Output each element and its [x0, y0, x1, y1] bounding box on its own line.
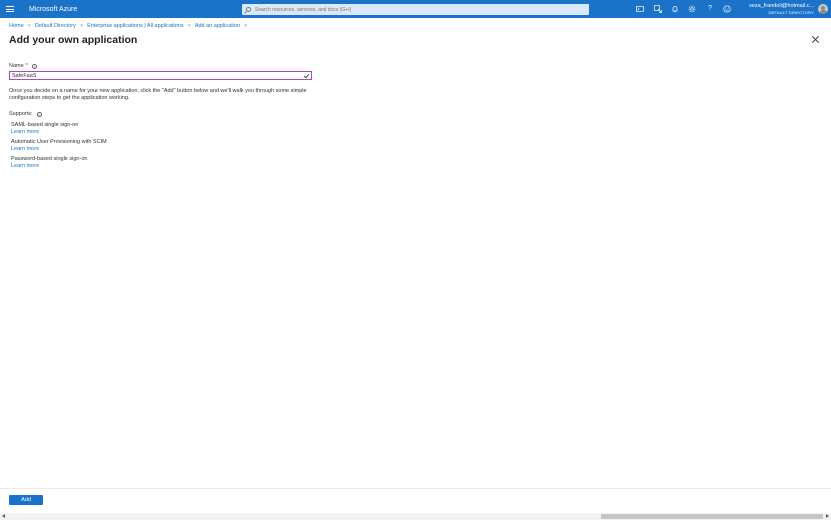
add-button[interactable]: Add: [9, 495, 43, 505]
feature-saml-sso: SAML-based single sign-on: [11, 122, 79, 128]
hamburger-icon: [6, 6, 14, 12]
breadcrumb-default-directory[interactable]: Default Directory: [35, 23, 76, 29]
page-title: Add your own application: [9, 34, 138, 46]
avatar[interactable]: [818, 4, 828, 14]
scroll-right-icon[interactable]: [826, 514, 829, 518]
breadcrumb: Home > Default Directory > Enterprise ap…: [9, 23, 251, 29]
name-label: Name * i: [9, 63, 37, 69]
supports-label-text: Supports:: [9, 111, 33, 117]
name-input[interactable]: [9, 71, 312, 80]
user-email: seza_frandoli@hotmail.c...: [749, 3, 814, 9]
horizontal-scrollbar[interactable]: [0, 513, 831, 520]
info-icon[interactable]: i: [36, 111, 42, 117]
info-icon[interactable]: i: [31, 63, 37, 69]
learn-more-link-saml[interactable]: Learn more: [11, 129, 39, 135]
settings-icon[interactable]: [688, 5, 696, 13]
scroll-left-icon[interactable]: [2, 514, 5, 518]
chevron-right-icon: >: [27, 23, 31, 29]
feature-password-sso: Password-based single sign-on: [11, 156, 88, 162]
breadcrumb-home[interactable]: Home: [9, 23, 24, 29]
cloud-shell-icon[interactable]: [636, 5, 644, 13]
feature-scim-provisioning: Automatic User Provisioning with SCIM: [11, 139, 107, 145]
chevron-right-icon: >: [187, 23, 191, 29]
search-input[interactable]: [255, 6, 575, 13]
scrollbar-thumb[interactable]: [601, 514, 823, 519]
close-icon[interactable]: [812, 36, 819, 43]
feedback-icon[interactable]: [723, 5, 731, 13]
description-text: Once you decide on a name for your new a…: [9, 88, 307, 101]
breadcrumb-enterprise-applications[interactable]: Enterprise applications | All applicatio…: [87, 23, 184, 29]
supports-label: Supports: i: [9, 111, 42, 117]
chevron-right-icon: >: [244, 23, 248, 29]
required-marker: *: [25, 63, 28, 69]
learn-more-link-password[interactable]: Learn more: [11, 163, 39, 169]
search-icon: [246, 7, 251, 12]
user-directory: DEFAULT DIRECTORY: [768, 10, 814, 15]
breadcrumb-add-application[interactable]: Add an application: [195, 23, 240, 29]
notifications-icon[interactable]: [671, 5, 679, 13]
directory-filter-icon[interactable]: [654, 5, 662, 13]
chevron-right-icon: >: [79, 23, 84, 29]
footer-divider: [0, 488, 831, 489]
help-icon[interactable]: ?: [706, 5, 714, 13]
name-label-text: Name: [9, 63, 24, 69]
portal-menu-button[interactable]: [0, 0, 20, 18]
account-menu[interactable]: seza_frandoli@hotmail.c... DEFAULT DIREC…: [749, 3, 814, 15]
top-bar: Microsoft Azure ? seza_frandoli@hotmail.…: [0, 0, 831, 18]
global-search[interactable]: [242, 4, 589, 15]
brand-title[interactable]: Microsoft Azure: [29, 6, 77, 13]
learn-more-link-scim[interactable]: Learn more: [11, 146, 39, 152]
